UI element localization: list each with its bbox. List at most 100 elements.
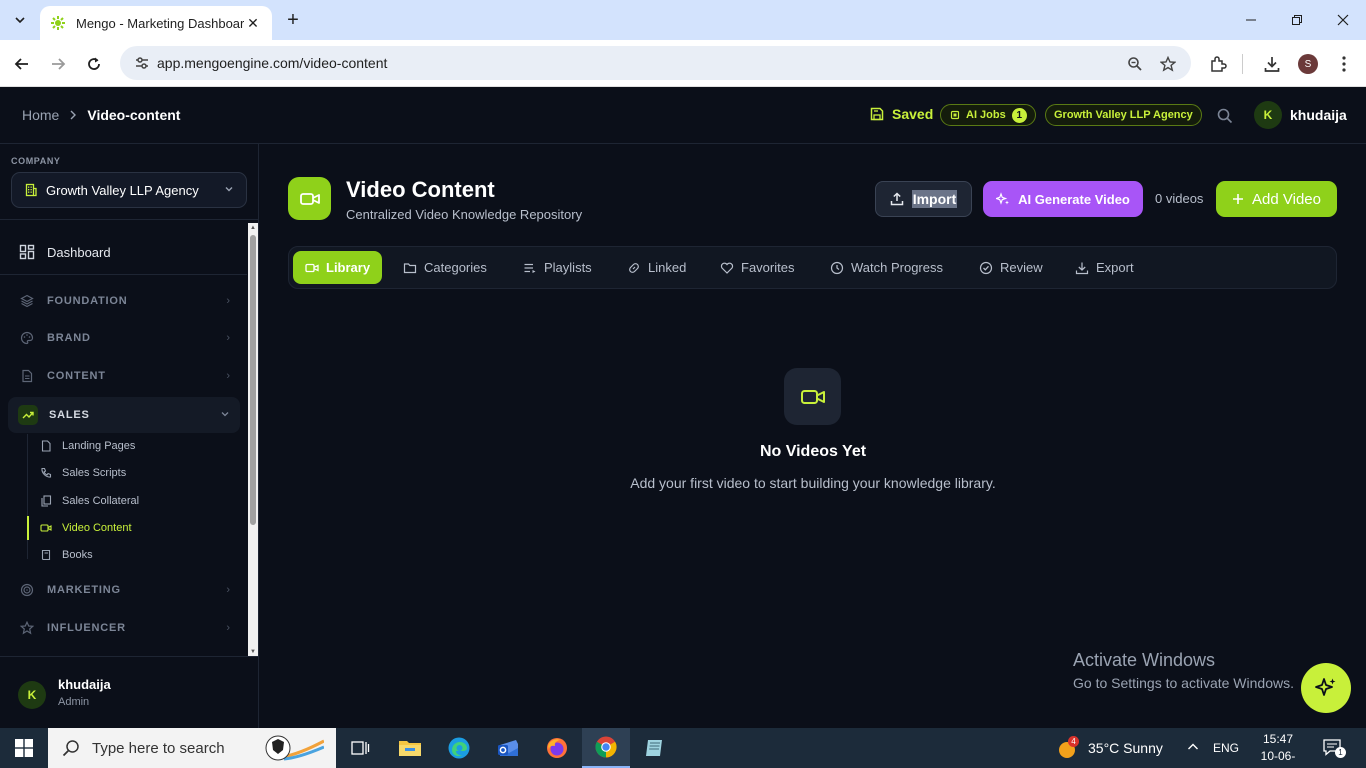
browser-tab[interactable]: Mengo - Marketing Dashboard ✕ [40, 6, 272, 40]
sidebar-item-books[interactable]: Books [40, 545, 93, 565]
reload-button[interactable] [82, 52, 106, 76]
close-tab-icon[interactable]: ✕ [244, 15, 262, 32]
scroll-down-arrow-icon[interactable]: ▼ [249, 648, 257, 656]
import-button[interactable]: Import [875, 181, 972, 217]
bookmark-star-icon[interactable] [1158, 54, 1178, 74]
downloads-icon[interactable] [1260, 52, 1284, 76]
palette-icon [18, 331, 36, 345]
target-icon [18, 583, 36, 597]
language-indicator[interactable]: ENG [1213, 741, 1239, 755]
section-label: MARKETING [47, 584, 121, 596]
ai-assistant-button[interactable] [1301, 663, 1351, 713]
sidebar-section-foundation[interactable]: FOUNDATION › [8, 287, 240, 315]
tab-label: Review [1000, 260, 1043, 275]
sidebar-section-brand[interactable]: BRAND › [8, 324, 240, 352]
tab-search-button[interactable] [8, 8, 32, 32]
sidebar-section-influencer[interactable]: INFLUENCER › [8, 614, 240, 642]
section-label: CONTENT [47, 370, 106, 382]
tab-linked[interactable]: Linked [615, 251, 698, 284]
content-tabs: Library Categories Playlists Linked Favo… [288, 246, 1337, 289]
book-icon [40, 549, 54, 561]
task-view-icon [351, 741, 370, 755]
file-explorer-icon [399, 741, 421, 756]
show-hidden-icons-icon[interactable] [1187, 740, 1199, 756]
clock-icon [830, 261, 844, 274]
minimize-window-button[interactable] [1228, 6, 1274, 34]
chevron-right-icon: › [226, 370, 230, 382]
windows-logo-icon [15, 739, 33, 757]
browser-tab-title: Mengo - Marketing Dashboard [76, 15, 244, 31]
sparkles-icon [1315, 678, 1336, 696]
taskbar-clock[interactable]: 15:47 10-06-2026 [1250, 731, 1306, 768]
ai-generate-video-button[interactable]: AI Generate Video [983, 181, 1143, 217]
taskbar-file-explorer[interactable] [386, 728, 434, 768]
url-text[interactable]: app.mengoengine.com/video-content [157, 55, 387, 71]
tab-playlists[interactable]: Playlists [511, 251, 604, 284]
avatar: K [1254, 101, 1282, 129]
scrollbar-thumb[interactable] [250, 235, 256, 525]
notification-center-button[interactable]: 1 [1322, 738, 1346, 758]
tab-export[interactable]: Export [1063, 251, 1146, 284]
new-tab-button[interactable]: + [282, 9, 304, 31]
profile-avatar: S [1298, 54, 1318, 74]
scroll-up-arrow-icon[interactable]: ▲ [249, 224, 257, 232]
search-icon[interactable] [1216, 107, 1234, 125]
chevron-right-icon: › [226, 584, 230, 596]
taskbar-app[interactable] [631, 728, 679, 768]
sidebar-footer-user[interactable]: K khudaija Admin [0, 656, 259, 728]
browser-menu-icon[interactable] [1332, 52, 1356, 76]
taskbar-search[interactable]: Type here to search [48, 728, 336, 768]
tab-label: Favorites [741, 260, 795, 275]
weather-text[interactable]: 35°C Sunny [1088, 740, 1163, 756]
sidebar-section-content[interactable]: CONTENT › [8, 362, 240, 390]
address-bar[interactable]: app.mengoengine.com/video-content [120, 46, 1191, 80]
profile-button[interactable]: S [1296, 52, 1320, 76]
chevron-right-icon [69, 108, 77, 123]
taskbar-chrome[interactable] [582, 728, 630, 768]
start-button[interactable] [0, 728, 48, 768]
task-view-button[interactable] [336, 728, 384, 768]
add-video-label: Add Video [1252, 190, 1321, 208]
sidebar-section-marketing[interactable]: MARKETING › [8, 576, 240, 604]
user-menu[interactable]: K khudaija [1254, 101, 1347, 129]
taskbar-outlook[interactable] [484, 728, 532, 768]
add-video-button[interactable]: Add Video [1216, 181, 1337, 217]
forward-button[interactable] [46, 52, 70, 76]
tab-library[interactable]: Library [293, 251, 383, 284]
tab-label: Playlists [544, 260, 592, 275]
sidebar-item-sales-scripts[interactable]: Sales Scripts [40, 463, 126, 483]
avatar: K [18, 681, 46, 709]
back-button[interactable] [10, 52, 34, 76]
tab-review[interactable]: Review [967, 251, 1055, 284]
sidebar-item-dashboard[interactable]: Dashboard [8, 238, 240, 266]
extensions-icon[interactable] [1206, 52, 1230, 76]
site-info-icon[interactable] [132, 53, 152, 73]
sidebar-scrollbar[interactable]: ▲ ▼ [248, 223, 258, 657]
breadcrumb-home[interactable]: Home [22, 107, 59, 123]
zoom-icon[interactable] [1125, 54, 1145, 74]
search-icon [62, 740, 79, 757]
sidebar-item-sales-collateral[interactable]: Sales Collateral [40, 491, 139, 511]
layers-icon [18, 294, 36, 308]
taskbar-firefox[interactable] [533, 728, 581, 768]
saved-label: Saved [892, 106, 934, 122]
page-subtitle: Centralized Video Knowledge Repository [346, 207, 583, 222]
tab-categories[interactable]: Categories [391, 251, 499, 284]
sidebar-item-label: Sales Scripts [62, 467, 127, 479]
weather-widget[interactable]: 4 [1056, 736, 1079, 765]
agency-badge[interactable]: Growth Valley LLP Agency [1045, 104, 1202, 126]
ai-jobs-button[interactable]: AI Jobs 1 [940, 104, 1036, 126]
footer-user-role: Admin [58, 696, 90, 708]
saved-status: Saved [870, 106, 933, 122]
taskbar-edge[interactable] [435, 728, 483, 768]
tab-watch-progress[interactable]: Watch Progress [818, 251, 955, 284]
restore-window-button[interactable] [1274, 6, 1320, 34]
tab-label: Linked [648, 260, 687, 275]
sidebar-item-landing-pages[interactable]: Landing Pages [40, 436, 135, 456]
close-window-button[interactable] [1320, 6, 1366, 34]
weather-badge: 4 [1068, 736, 1079, 747]
company-select[interactable]: Growth Valley LLP Agency [11, 172, 247, 208]
sidebar-item-video-content[interactable]: Video Content [40, 518, 132, 538]
tab-favorites[interactable]: Favorites [708, 251, 806, 284]
sidebar-section-sales[interactable]: SALES [8, 397, 240, 433]
